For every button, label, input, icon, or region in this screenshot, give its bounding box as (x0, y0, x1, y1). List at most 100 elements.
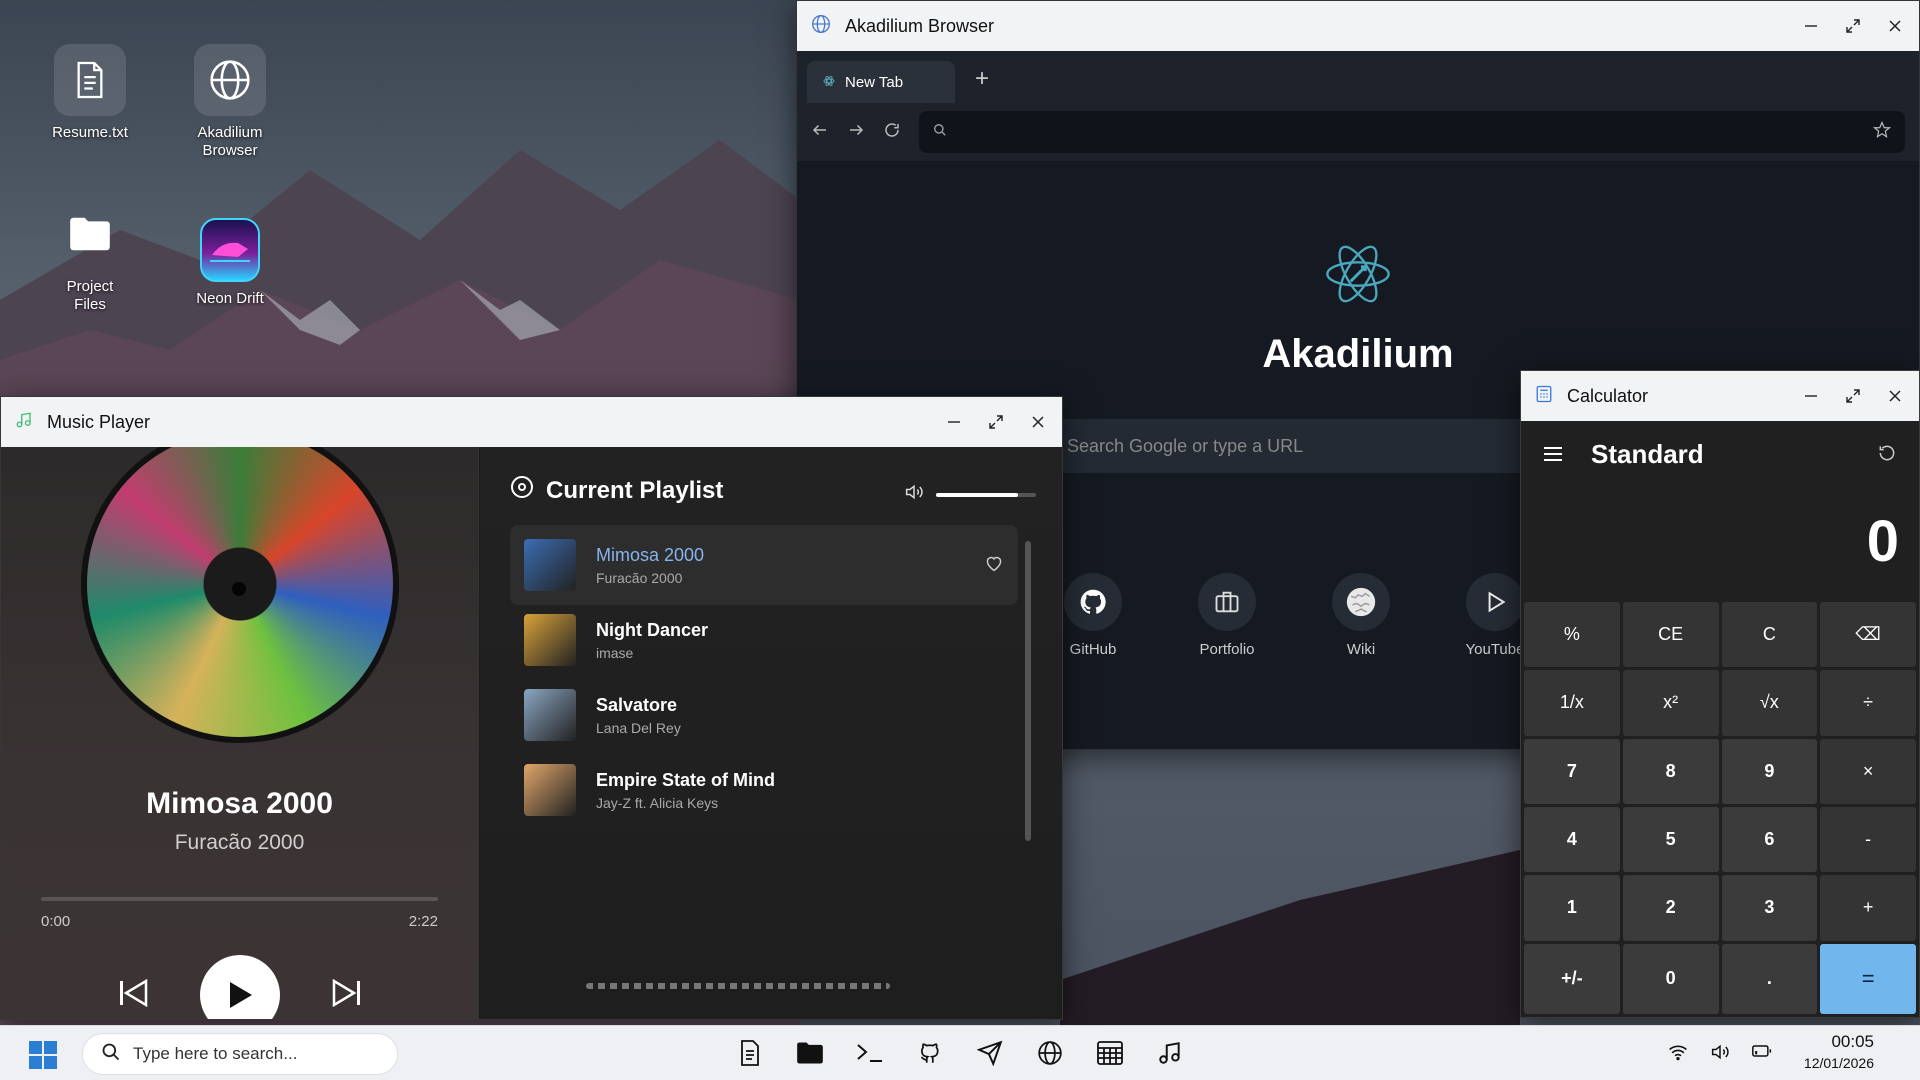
calc-key[interactable]: 3 (1721, 875, 1818, 941)
volume-control[interactable] (904, 483, 1036, 506)
maximize-button[interactable] (1843, 386, 1863, 406)
calc-key[interactable]: 5 (1622, 806, 1719, 873)
close-button[interactable] (1028, 412, 1048, 432)
calc-key[interactable]: 4 (1524, 806, 1620, 873)
maximize-button[interactable] (986, 412, 1006, 432)
calc-key[interactable]: 9 (1721, 738, 1818, 804)
bookmark-star-icon[interactable] (1872, 120, 1892, 144)
music-icon[interactable] (1155, 1038, 1185, 1068)
calc-key[interactable]: C (1721, 602, 1818, 668)
track-info: Night Dancer imase (596, 620, 708, 661)
play-button[interactable] (199, 955, 280, 1019)
windows-logo-icon (29, 1041, 57, 1069)
notepad-icon[interactable] (735, 1038, 765, 1068)
calc-key[interactable]: √x (1721, 670, 1818, 736)
calc-key[interactable]: = (1820, 943, 1916, 1014)
next-track-button[interactable] (332, 978, 362, 1012)
send-icon[interactable] (975, 1038, 1005, 1068)
calculator-icon[interactable] (1095, 1038, 1125, 1068)
track-cover-art (524, 539, 576, 591)
progress-bar[interactable] (41, 897, 438, 901)
playlist-track[interactable]: Salvatore Lana Del Rey (510, 675, 1018, 755)
shortcut-label: Wiki (1346, 641, 1376, 658)
calc-key[interactable]: 7 (1524, 738, 1620, 804)
calc-key[interactable]: + (1820, 875, 1916, 941)
minimize-button[interactable] (1801, 386, 1821, 406)
forward-icon[interactable] (847, 121, 865, 144)
shortcut-list: GitHub Portfolio Wiki YouTube (1062, 573, 1526, 658)
minimize-button[interactable] (1801, 16, 1821, 36)
close-button[interactable] (1885, 386, 1905, 406)
calculator-header: Standard (1521, 421, 1919, 487)
calc-key[interactable]: ÷ (1820, 670, 1916, 736)
taskbar-search-input[interactable] (133, 1044, 373, 1064)
desktop-icon-browser[interactable]: Akadilium Browser (170, 44, 290, 160)
calc-key[interactable]: ⌫ (1820, 602, 1916, 668)
tab-new-tab[interactable]: New Tab (807, 61, 955, 103)
calc-key[interactable]: 8 (1622, 738, 1719, 804)
calc-key[interactable]: × (1820, 738, 1916, 804)
terminal-icon[interactable] (855, 1038, 885, 1068)
globe-icon[interactable] (1035, 1038, 1065, 1068)
folder-icon[interactable] (795, 1038, 825, 1068)
history-icon[interactable] (1877, 439, 1897, 470)
shortcut-youtube[interactable]: YouTube (1464, 573, 1526, 658)
playlist-track[interactable]: Empire State of Mind Jay-Z ft. Alicia Key… (510, 750, 1018, 830)
playlist-scrollbar[interactable] (1025, 541, 1031, 841)
calc-key[interactable]: - (1820, 806, 1916, 873)
calc-key[interactable]: +/- (1524, 943, 1620, 1014)
now-playing-title: Mimosa 2000 (146, 787, 333, 820)
taskbar-search[interactable] (82, 1033, 398, 1075)
desktop-icon-label: Neon Drift (196, 290, 264, 307)
calc-key[interactable]: 6 (1721, 806, 1818, 873)
window-title: Music Player (47, 411, 151, 432)
address-bar[interactable] (919, 111, 1905, 153)
volume-slider[interactable] (936, 492, 1036, 497)
shortcut-wiki[interactable]: Wiki (1330, 573, 1392, 658)
track-title: Empire State of Mind (596, 769, 776, 790)
calc-key[interactable]: 1 (1524, 875, 1620, 941)
calc-key[interactable]: CE (1622, 602, 1719, 668)
calculator-window: Calculator Standard 0 % CE C ⌫ 1/x x² √x ÷ 7 8 9 × 4… (1520, 370, 1920, 1018)
desktop-icon-neon-drift[interactable]: Neon Drift (170, 218, 290, 308)
playlist-title: Current Playlist (546, 476, 724, 504)
calculator-app-icon (1535, 385, 1553, 408)
window-title: Calculator (1567, 385, 1649, 406)
start-button[interactable] (28, 1040, 58, 1075)
calc-key[interactable]: 1/x (1524, 670, 1620, 736)
close-button[interactable] (1885, 16, 1905, 36)
wifi-icon[interactable] (1668, 1043, 1688, 1066)
search-icon (933, 123, 947, 142)
calc-key[interactable]: 2 (1622, 875, 1719, 941)
music-note-icon (15, 411, 33, 434)
menu-icon[interactable] (1543, 439, 1563, 470)
back-icon[interactable] (811, 121, 829, 144)
system-tray (1668, 1043, 1772, 1066)
heart-icon[interactable] (984, 554, 1004, 577)
desktop-icon-project-files[interactable]: Project Files (30, 198, 150, 314)
track-artist: imase (596, 644, 634, 661)
battery-icon[interactable] (1752, 1043, 1772, 1066)
shortcut-github[interactable]: GitHub (1062, 573, 1124, 658)
browser-toolbar (797, 103, 1919, 161)
calc-key[interactable]: 0 (1622, 943, 1719, 1014)
github-icon[interactable] (915, 1038, 945, 1068)
volume-icon[interactable] (1710, 1043, 1730, 1066)
atom-logo-icon (797, 239, 1919, 314)
shortcut-portfolio[interactable]: Portfolio (1196, 573, 1258, 658)
calc-key[interactable]: x² (1622, 670, 1719, 736)
reload-icon[interactable] (883, 121, 901, 144)
playlist-track[interactable]: Night Dancer imase (510, 600, 1018, 680)
minimize-button[interactable] (944, 412, 964, 432)
desktop-icon-resume[interactable]: Resume.txt (30, 44, 150, 142)
playlist-track[interactable]: Mimosa 2000 Furacão 2000 (510, 525, 1018, 605)
calc-key[interactable]: % (1524, 602, 1620, 668)
now-playing-artist: Furacão 2000 (174, 831, 305, 854)
previous-track-button[interactable] (118, 978, 148, 1012)
maximize-button[interactable] (1843, 16, 1863, 36)
clock[interactable]: 00:05 12/01/2026 (1804, 1032, 1874, 1071)
address-input[interactable] (959, 123, 1861, 141)
new-tab-button[interactable]: + (965, 65, 989, 103)
calc-key[interactable]: . (1721, 943, 1818, 1014)
playback-controls (1, 955, 478, 1019)
